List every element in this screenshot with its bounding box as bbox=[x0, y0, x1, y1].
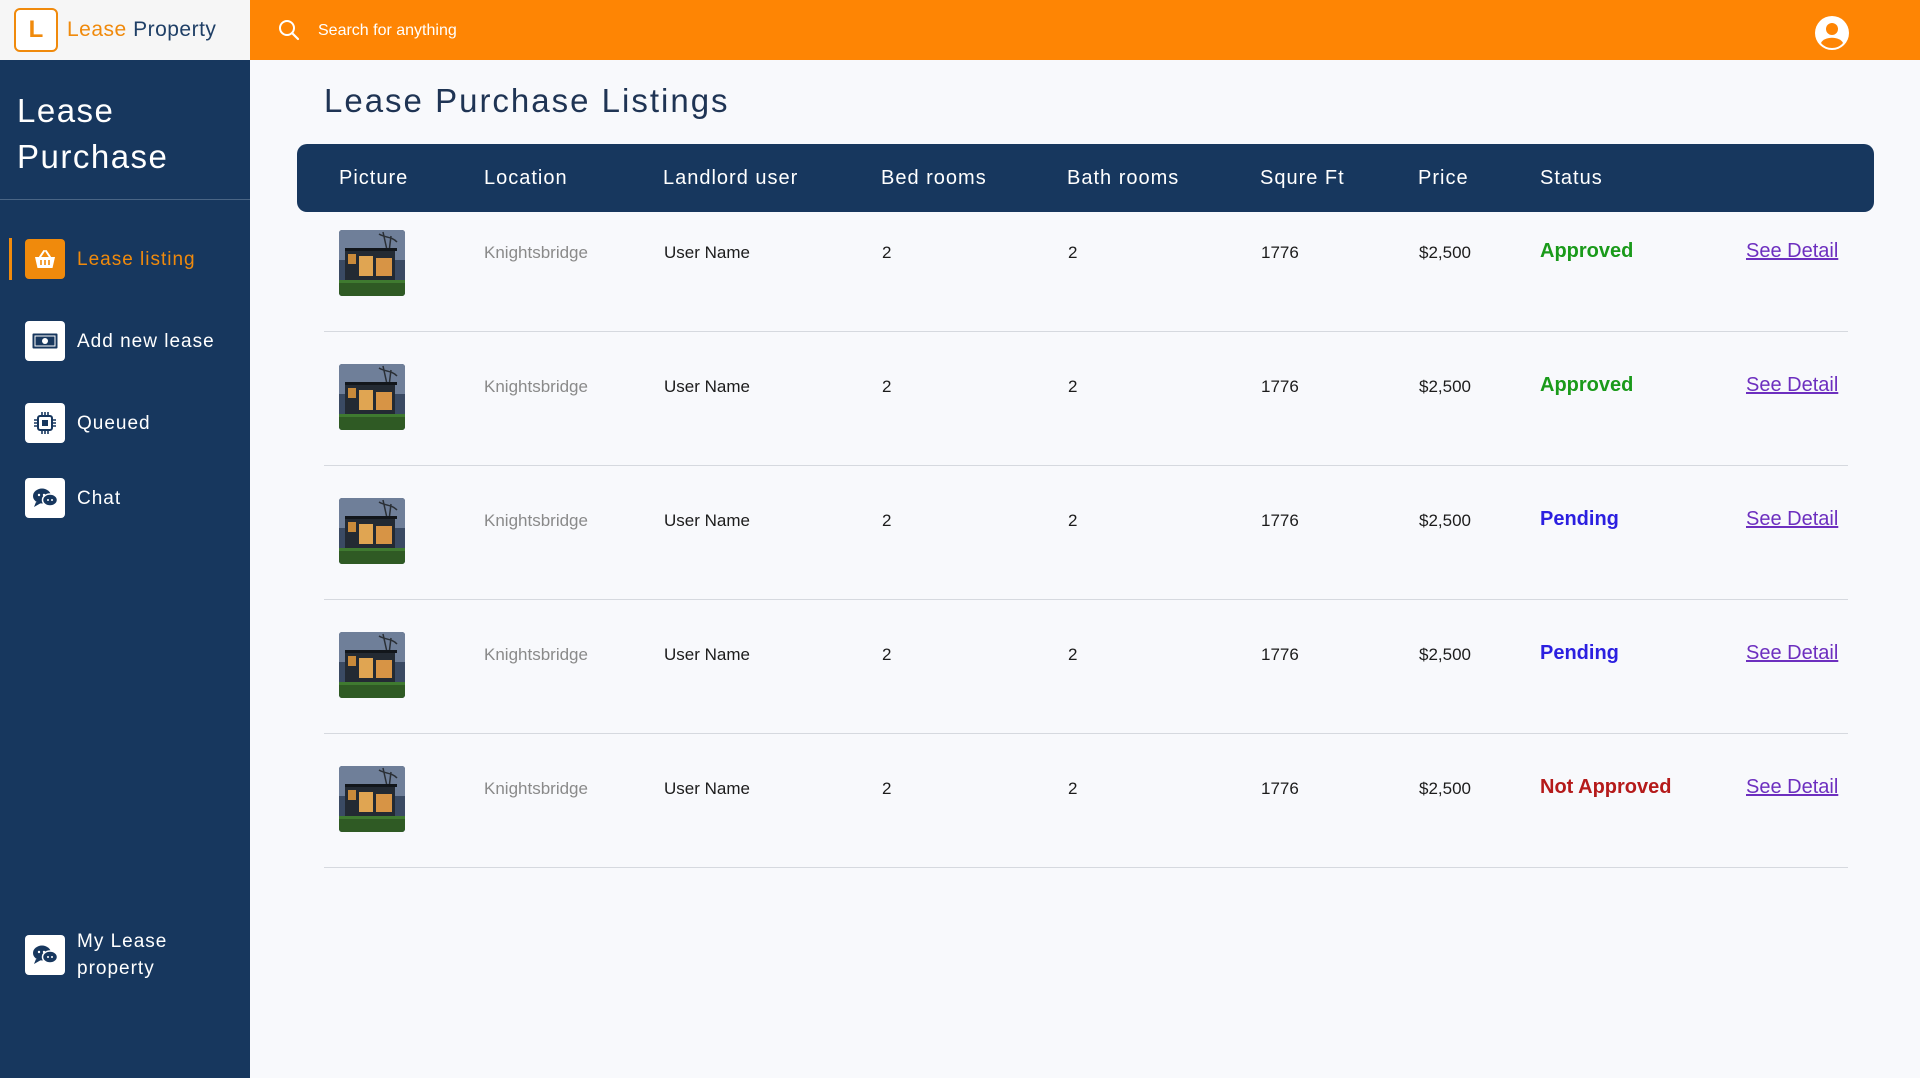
table-row: Knightsbridge User Name 2 2 1776 $2,500 Approv… bbox=[324, 332, 1848, 466]
cell-bedrooms: 2 bbox=[882, 511, 892, 530]
cell-sqft: 1776 bbox=[1261, 377, 1299, 396]
cell-bedrooms: 2 bbox=[882, 377, 892, 396]
property-thumbnail[interactable] bbox=[339, 632, 405, 698]
cell-location: Knightsbridge bbox=[484, 377, 588, 396]
cell-sqft: 1776 bbox=[1261, 645, 1299, 664]
table-row: Knightsbridge User Name 2 2 1776 $2,500 Approv… bbox=[324, 198, 1848, 332]
brand-name-part2: Property bbox=[133, 18, 217, 41]
sidebar-divider bbox=[0, 199, 250, 200]
see-detail-link[interactable]: See Detail bbox=[1746, 642, 1838, 665]
status-badge: Pending bbox=[1540, 508, 1619, 530]
status-badge: Not Approved bbox=[1540, 776, 1672, 798]
sidebar-item-queued[interactable]: Queued bbox=[25, 403, 151, 443]
page-title: Lease Purchase Listings bbox=[324, 82, 730, 119]
sidebar-title: Lease Purchase bbox=[17, 92, 169, 175]
see-detail-link[interactable]: See Detail bbox=[1746, 240, 1838, 263]
property-thumbnail[interactable] bbox=[339, 230, 405, 296]
chat-icon bbox=[25, 935, 65, 975]
brand-header[interactable]: L Lease Property bbox=[0, 0, 250, 60]
see-detail-link[interactable]: See Detail bbox=[1746, 776, 1838, 799]
cell-location: Knightsbridge bbox=[484, 779, 588, 798]
cell-location: Knightsbridge bbox=[484, 243, 588, 262]
user-avatar-icon[interactable] bbox=[1814, 15, 1850, 56]
cell-landlord: User Name bbox=[664, 645, 750, 664]
brand-name-part1: Lease bbox=[67, 18, 127, 41]
sidebar-item-label: My Lease property bbox=[77, 931, 168, 979]
sidebar-item-label: Chat bbox=[77, 487, 122, 509]
cell-price: $2,500 bbox=[1419, 511, 1471, 530]
chat-icon bbox=[25, 478, 65, 518]
basket-icon bbox=[25, 239, 65, 279]
cell-sqft: 1776 bbox=[1261, 779, 1299, 798]
cell-sqft: 1776 bbox=[1261, 511, 1299, 530]
search-input[interactable] bbox=[318, 18, 918, 44]
cell-landlord: User Name bbox=[664, 511, 750, 530]
see-detail-link[interactable]: See Detail bbox=[1746, 508, 1838, 531]
table-row: Knightsbridge User Name 2 2 1776 $2,500 Pendin… bbox=[324, 466, 1848, 600]
sidebar-item-label: Queued bbox=[77, 412, 151, 434]
cell-landlord: User Name bbox=[664, 779, 750, 798]
status-badge: Approved bbox=[1540, 374, 1634, 396]
cell-bedrooms: 2 bbox=[882, 243, 892, 262]
chip-icon bbox=[25, 403, 65, 443]
banknote-icon bbox=[25, 321, 65, 361]
top-bar bbox=[250, 0, 1920, 60]
sidebar-item-lease-listing[interactable]: Lease listing bbox=[25, 239, 196, 279]
status-badge: Pending bbox=[1540, 642, 1619, 664]
property-thumbnail[interactable] bbox=[339, 498, 405, 564]
table-row: Knightsbridge User Name 2 2 1776 $2,500 Pendin… bbox=[324, 600, 1848, 734]
active-indicator bbox=[9, 238, 12, 280]
cell-bedrooms: 2 bbox=[882, 779, 892, 798]
cell-location: Knightsbridge bbox=[484, 645, 588, 664]
cell-bathrooms: 2 bbox=[1068, 645, 1078, 664]
cell-price: $2,500 bbox=[1419, 779, 1471, 798]
status-badge: Approved bbox=[1540, 240, 1634, 262]
cell-bathrooms: 2 bbox=[1068, 377, 1078, 396]
table-row: Knightsbridge User Name 2 2 1776 $2,500 Not Ap… bbox=[324, 734, 1848, 868]
brand-name: Lease Property bbox=[67, 18, 216, 42]
cell-price: $2,500 bbox=[1419, 243, 1471, 262]
sidebar: L Lease Property Lease Purchase Lease li… bbox=[0, 0, 250, 1078]
cell-price: $2,500 bbox=[1419, 645, 1471, 664]
cell-bathrooms: 2 bbox=[1068, 779, 1078, 798]
cell-location: Knightsbridge bbox=[484, 511, 588, 530]
sidebar-item-add-new-lease[interactable]: Add new lease bbox=[25, 321, 215, 361]
cell-bathrooms: 2 bbox=[1068, 243, 1078, 262]
cell-sqft: 1776 bbox=[1261, 243, 1299, 262]
cell-price: $2,500 bbox=[1419, 377, 1471, 396]
search-icon[interactable] bbox=[278, 19, 300, 46]
cell-bedrooms: 2 bbox=[882, 645, 892, 664]
sidebar-item-my-lease-property[interactable]: My Lease property bbox=[25, 928, 197, 982]
cell-bathrooms: 2 bbox=[1068, 511, 1078, 530]
sidebar-item-label: Add new lease bbox=[77, 330, 215, 352]
cell-landlord: User Name bbox=[664, 243, 750, 262]
cell-landlord: User Name bbox=[664, 377, 750, 396]
brand-logo-icon: L bbox=[14, 8, 58, 52]
sidebar-item-label: Lease listing bbox=[77, 248, 196, 270]
see-detail-link[interactable]: See Detail bbox=[1746, 374, 1838, 397]
property-thumbnail[interactable] bbox=[339, 766, 405, 832]
property-thumbnail[interactable] bbox=[339, 364, 405, 430]
sidebar-item-chat[interactable]: Chat bbox=[25, 478, 121, 518]
